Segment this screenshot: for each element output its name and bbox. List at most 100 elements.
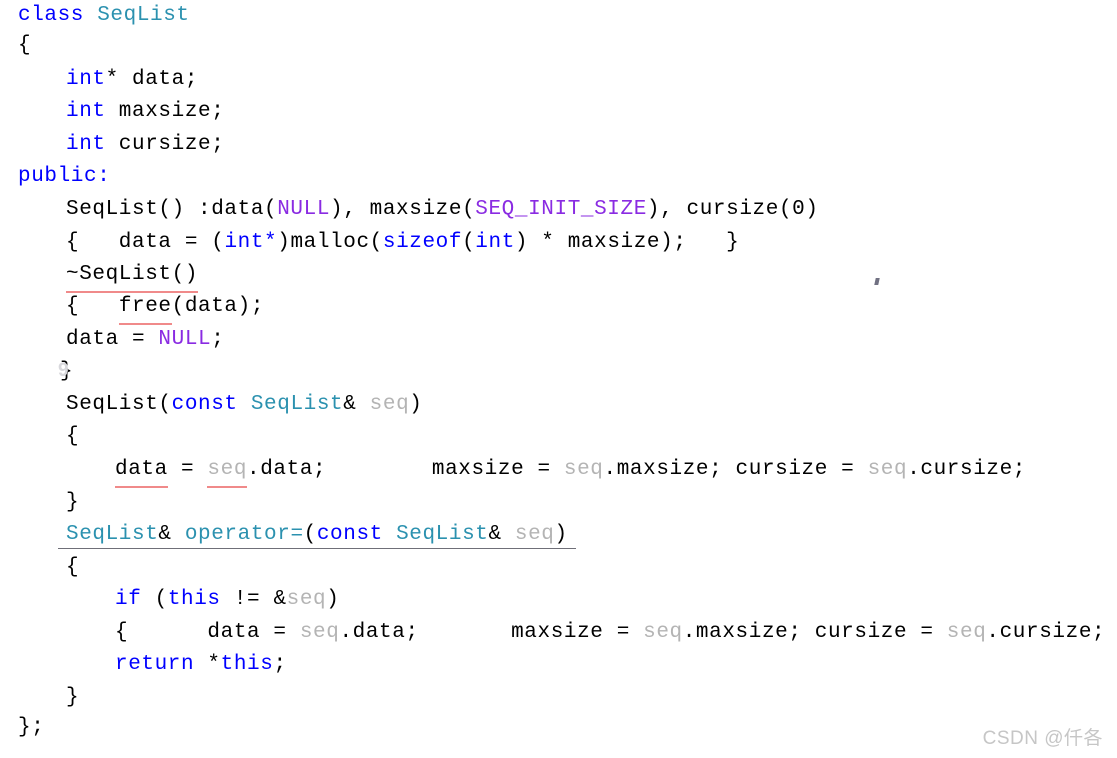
token-ampersand: &: [343, 393, 357, 416]
token-param-seq: seq: [501, 523, 555, 546]
code-line: }: [66, 682, 79, 714]
code-line: class SeqList: [18, 0, 190, 32]
token-keyword-this: this: [167, 588, 221, 611]
code-line: {: [66, 421, 79, 453]
token-gap: [326, 458, 432, 481]
token-member-access-maxsize: .maxsize;: [603, 458, 736, 481]
token-assign-target-cursize: cursize: [735, 458, 828, 481]
token-gap: [419, 621, 511, 644]
stray-speck-artifact: [874, 278, 880, 285]
code-line: };: [18, 712, 44, 744]
token-paren: (: [141, 588, 168, 611]
token-param-seq: seq: [563, 458, 604, 481]
token-brace-close: }: [66, 686, 80, 709]
code-line: if (this != &seq): [115, 584, 339, 616]
token-member-data: * data;: [105, 68, 199, 91]
token-malloc-prefix: { data = (: [66, 231, 225, 254]
code-line: ~SeqList(): [66, 259, 199, 293]
code-line: { free(data);: [66, 291, 265, 325]
token-member-access-data: .data;: [339, 621, 419, 644]
code-line: data = NULL;: [66, 324, 224, 356]
code-line: {: [18, 30, 31, 62]
token-param-seq: seq: [286, 588, 327, 611]
token-malloc-call: )malloc(: [277, 231, 383, 254]
token-destructor-name: ~SeqList(): [66, 259, 199, 293]
token-ctor-init-maxsize: ), maxsize(: [330, 198, 476, 221]
token-free-args: (data);: [171, 295, 265, 318]
token-equals: =: [260, 621, 300, 644]
token-copy-ctor-name: SeqList(: [66, 393, 172, 416]
token-equals: =: [827, 458, 868, 481]
token-assign-target-maxsize: maxsize: [431, 458, 525, 481]
token-keyword-return: return: [115, 653, 195, 676]
token-equals: =: [167, 458, 208, 481]
token-param-seq: seq: [356, 393, 410, 416]
token-brace-close: }: [66, 491, 80, 514]
token-brace-open: {: [66, 556, 80, 579]
token-equals: =: [907, 621, 947, 644]
token-keyword-class: class: [18, 4, 85, 27]
token-keyword-int: int: [66, 68, 106, 91]
code-line: int maxsize;: [66, 96, 224, 128]
token-paren-close: ): [326, 588, 340, 611]
token-ctor-init-cursize: ), cursize(0): [646, 198, 819, 221]
token-operator-not-equal: !=: [220, 588, 274, 611]
code-line: { data = (int*)malloc(sizeof(int) * maxs…: [66, 227, 739, 259]
token-member-access-cursize: .cursize;: [986, 621, 1106, 644]
token-member-cursize: cursize;: [105, 133, 225, 156]
code-line: SeqList() :data(NULL), maxsize(SEQ_INIT_…: [66, 194, 819, 226]
code-line: }: [66, 487, 79, 519]
token-access-specifier-public: public:: [18, 165, 111, 188]
token-paren-close: ): [554, 523, 568, 546]
token-operator-assign-name: operator=: [171, 523, 304, 546]
code-line: {: [66, 552, 79, 584]
token-type-seqlist: SeqList: [396, 523, 489, 546]
token-call-free: free: [118, 291, 172, 325]
token-ampersand: &: [273, 588, 287, 611]
token-assign-data-null: data =: [66, 328, 159, 351]
token-macro-null: NULL: [158, 328, 212, 351]
token-brace-close: }: [1105, 621, 1117, 644]
token-keyword-int: int: [66, 133, 106, 156]
token-semicolon: ;: [273, 653, 287, 676]
token-type-seqlist: SeqList: [97, 4, 190, 27]
token-assign-target-cursize: cursize: [814, 621, 908, 644]
token-keyword-this: this: [220, 653, 274, 676]
token-paren-close: ): [409, 393, 423, 416]
token-ctor-signature: SeqList() :data(: [66, 198, 278, 221]
token-param-seq: seq: [946, 621, 987, 644]
token-cast-int-pointer: int*: [224, 231, 278, 254]
code-screenshot-canvas: class SeqList { int* data; int maxsize; …: [0, 0, 1117, 758]
code-line: data = seq.data; maxsize = seq.maxsize; …: [115, 454, 1026, 488]
token-member-access-maxsize: .maxsize;: [682, 621, 815, 644]
token-type-seqlist: SeqList: [66, 523, 159, 546]
token-ampersand: &: [158, 523, 172, 546]
code-line: return *this;: [115, 649, 287, 681]
token-semicolon: ;: [211, 328, 225, 351]
ghost-artifact: 9: [58, 360, 69, 381]
token-param-seq: seq: [867, 458, 908, 481]
code-line: { data = seq.data; maxsize = seq.maxsize…: [115, 617, 1117, 649]
token-paren: (: [303, 523, 317, 546]
token-keyword-sizeof: sizeof: [382, 231, 463, 254]
operator-signature-underline: [58, 548, 576, 549]
token-class-end: };: [18, 716, 45, 739]
token-member-maxsize: maxsize;: [105, 100, 225, 123]
token-macro-null: NULL: [277, 198, 331, 221]
token-type-seqlist: SeqList: [250, 393, 344, 416]
token-ampersand: &: [488, 523, 502, 546]
code-line: SeqList(const SeqList& seq): [66, 389, 422, 421]
token-brace-open: {: [66, 425, 80, 448]
token-assign-target-data: data: [115, 454, 168, 488]
token-keyword-int: int: [66, 100, 106, 123]
token-malloc-suffix: ) * maxsize); }: [514, 231, 740, 254]
token-assign-target-maxsize: maxsize: [511, 621, 604, 644]
code-line: int* data;: [66, 64, 198, 96]
token-param-seq: seq: [299, 621, 340, 644]
code-line: int cursize;: [66, 129, 224, 161]
token-member-access-data: .data;: [247, 458, 327, 481]
token-brace-open: {: [115, 621, 208, 644]
